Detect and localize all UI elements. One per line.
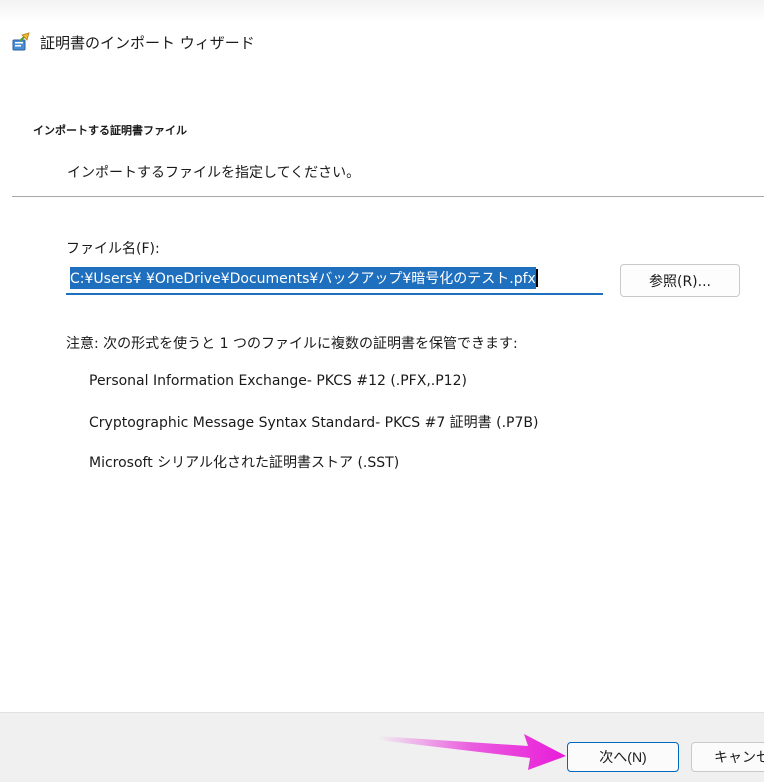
file-name-input[interactable]: C:¥Users¥ ¥OneDrive¥Documents¥バックアップ¥暗号化… <box>66 262 603 295</box>
format-item: Microsoft シリアル化された証明書ストア (.SST) <box>89 455 400 471</box>
formats-note: 注意: 次の形式を使うと 1 つのファイルに複数の証明書を保管できます: <box>66 336 518 352</box>
pointer-arrow-icon <box>378 734 566 770</box>
text-caret <box>535 268 538 287</box>
file-name-value[interactable]: C:¥Users¥ ¥OneDrive¥Documents¥バックアップ¥暗号化… <box>70 266 536 289</box>
format-item: Personal Information Exchange- PKCS #12 … <box>89 373 467 389</box>
page-title: インポートする証明書ファイル <box>33 124 187 137</box>
title-bar: 証明書のインポート ウィザード <box>10 30 255 54</box>
certificate-wizard-icon <box>10 31 32 53</box>
browse-button[interactable]: 参照(R)... <box>620 264 740 297</box>
format-item: Cryptographic Message Syntax Standard- P… <box>89 415 539 431</box>
next-button[interactable]: 次へ(N) <box>567 742 679 772</box>
page-subtitle: インポートするファイルを指定してください。 <box>67 165 361 181</box>
header-divider <box>12 196 764 197</box>
window-title: 証明書のインポート ウィザード <box>40 33 255 52</box>
file-name-label: ファイル名(F): <box>66 241 160 257</box>
cancel-button[interactable]: キャンセル <box>691 742 764 772</box>
window-top-strip <box>0 0 764 22</box>
